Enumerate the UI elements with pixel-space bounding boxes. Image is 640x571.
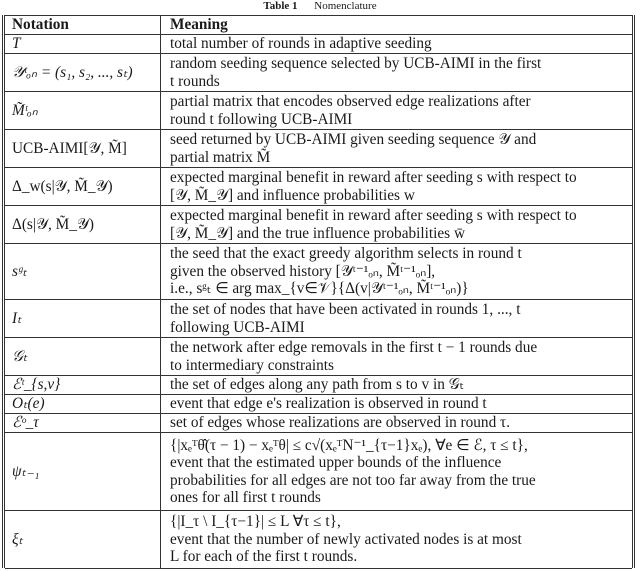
meaning-cell: expected marginal benefit in reward afte… — [160, 167, 632, 206]
table-row: M̃ᵗₒₙ partial matrix that encodes observ… — [5, 91, 632, 130]
notation-cell: sᵍₜ — [5, 243, 161, 300]
meaning-cell: the seed that the exact greedy algorithm… — [160, 243, 632, 300]
table-header-row: Notation Meaning — [5, 15, 632, 35]
meaning-line: round t following UCB-AIMI — [170, 110, 353, 128]
meaning-line: to intermediary constraints — [170, 356, 334, 374]
table-row: ξₜ {|I_τ \ I_{τ−1}| ≤ L ∀τ ≤ t}, event t… — [5, 510, 632, 569]
meaning-line: expected marginal benefit in reward afte… — [170, 207, 577, 224]
meaning-line: following UCB-AIMI — [170, 318, 305, 336]
meaning-cell: total number of rounds in adaptive seedi… — [160, 34, 632, 54]
notation-cell: Oₜ(e) — [5, 394, 161, 414]
meaning-line: partial matrix M̃ — [170, 148, 271, 166]
meaning-line: expected marginal benefit in reward afte… — [170, 169, 577, 186]
meaning-line: event that edge e's realization is obser… — [170, 395, 487, 413]
meaning-line: [𝒴, M̃_𝒴] and influence probabilities w — [170, 186, 415, 204]
table-row: ψₜ₋₁ {|xₑᵀθ̂(τ − 1) − xₑᵀθ| ≤ c√(xₑᵀN⁻¹_… — [5, 432, 632, 511]
meaning-line: L for each of the first t rounds. — [170, 548, 358, 566]
notation-cell: M̃ᵗₒₙ — [5, 91, 161, 130]
notation-cell: 𝒢ₜ — [5, 337, 161, 376]
meaning-cell: expected marginal benefit in reward afte… — [160, 205, 632, 244]
meaning-line: the set of edges along any path from s t… — [170, 376, 465, 394]
table-row: UCB-AIMI[𝒴, M̃] seed returned by UCB-AIM… — [5, 129, 632, 168]
meaning-cell: seed returned by UCB-AIMI given seeding … — [160, 129, 632, 168]
notation-cell: ξₜ — [5, 510, 161, 569]
notation-cell: UCB-AIMI[𝒴, M̃] — [5, 129, 161, 168]
meaning-line: ones for all first t rounds — [170, 489, 321, 506]
nomenclature-table: Notation Meaning T total number of round… — [2, 15, 635, 569]
notation-cell: Iₜ — [5, 299, 161, 338]
meaning-line: seed returned by UCB-AIMI given seeding … — [170, 131, 537, 148]
meaning-cell: {|I_τ \ I_{τ−1}| ≤ L ∀τ ≤ t}, event that… — [160, 510, 632, 569]
table-row: 𝒴ᵗₒₙ = (s₁, s₂, ..., sₜ) random seeding … — [5, 53, 632, 92]
table-row: Δ(s|𝒴, M̃_𝒴) expected marginal benefit i… — [5, 205, 632, 244]
meaning-line: set of edges whose realizations are obse… — [170, 414, 511, 432]
meaning-cell: event that edge e's realization is obser… — [160, 394, 632, 414]
table-row: sᵍₜ the seed that the exact greedy algor… — [5, 243, 632, 300]
meaning-line: partial matrix that encodes observed edg… — [170, 93, 531, 110]
meaning-line: t rounds — [170, 72, 220, 90]
header-notation: Notation — [5, 15, 161, 35]
meaning-line: [𝒴, M̃_𝒴] and the true influence probabi… — [170, 224, 465, 242]
notation-cell: ℰᵗ_{s,v} — [5, 375, 161, 395]
notation-cell: Δ_w(s|𝒴, M̃_𝒴) — [5, 167, 161, 206]
meaning-cell: the set of nodes that have been activate… — [160, 299, 632, 338]
table-row: T total number of rounds in adaptive see… — [5, 34, 632, 54]
table-row: 𝒢ₜ the network after edge removals in th… — [5, 337, 632, 376]
meaning-line: event that the estimated upper bounds of… — [170, 454, 502, 471]
meaning-cell: the set of edges along any path from s t… — [160, 375, 632, 395]
table-label: Table 1 — [263, 0, 298, 12]
table-caption: Table 1 Nomenclature — [0, 0, 640, 14]
meaning-line: probabilities for all edges are not too … — [170, 471, 536, 489]
notation-cell: ψₜ₋₁ — [5, 432, 161, 511]
meaning-line: {|I_τ \ I_{τ−1}| ≤ L ∀τ ≤ t}, — [170, 513, 341, 531]
meaning-line: {|xₑᵀθ̂(τ − 1) − xₑᵀθ| ≤ c√(xₑᵀN⁻¹_{τ−1}… — [170, 436, 528, 454]
table-row: ℰᵗ_{s,v} the set of edges along any path… — [5, 375, 632, 395]
meaning-cell: partial matrix that encodes observed edg… — [160, 91, 632, 130]
meaning-cell: the network after edge removals in the f… — [160, 337, 632, 376]
table-title: Nomenclature — [314, 0, 377, 12]
meaning-line: random seeding sequence selected by UCB-… — [170, 55, 542, 72]
meaning-cell: {|xₑᵀθ̂(τ − 1) − xₑᵀθ| ≤ c√(xₑᵀN⁻¹_{τ−1}… — [160, 432, 632, 511]
notation-cell: Δ(s|𝒴, M̃_𝒴) — [5, 205, 161, 244]
meaning-line: event that the number of newly activated… — [170, 530, 522, 548]
header-meaning: Meaning — [160, 15, 632, 35]
table-row: Δ_w(s|𝒴, M̃_𝒴) expected marginal benefit… — [5, 167, 632, 206]
meaning-cell: set of edges whose realizations are obse… — [160, 413, 632, 433]
meaning-line: total number of rounds in adaptive seedi… — [170, 35, 432, 53]
meaning-line: the set of nodes that have been activate… — [170, 301, 521, 318]
table-row: ℰᵒ_τ set of edges whose realizations are… — [5, 413, 632, 433]
meaning-line: the network after edge removals in the f… — [170, 339, 538, 356]
table-row: Iₜ the set of nodes that have been activ… — [5, 299, 632, 338]
notation-cell: ℰᵒ_τ — [5, 413, 161, 433]
meaning-line: given the observed history [𝒴ᵗ⁻¹ₒₙ, M̃ᵗ⁻… — [170, 262, 436, 280]
notation-cell: 𝒴ᵗₒₙ = (s₁, s₂, ..., sₜ) — [5, 53, 161, 92]
table-row: Oₜ(e) event that edge e's realization is… — [5, 394, 632, 414]
meaning-cell: random seeding sequence selected by UCB-… — [160, 53, 632, 92]
notation-cell: T — [5, 34, 161, 54]
meaning-line: i.e., sᵍₜ ∈ arg max_{v∈𝒱}{Δ(v|𝒴ᵗ⁻¹ₒₙ, M̃… — [170, 280, 469, 298]
meaning-line: the seed that the exact greedy algorithm… — [170, 245, 522, 263]
